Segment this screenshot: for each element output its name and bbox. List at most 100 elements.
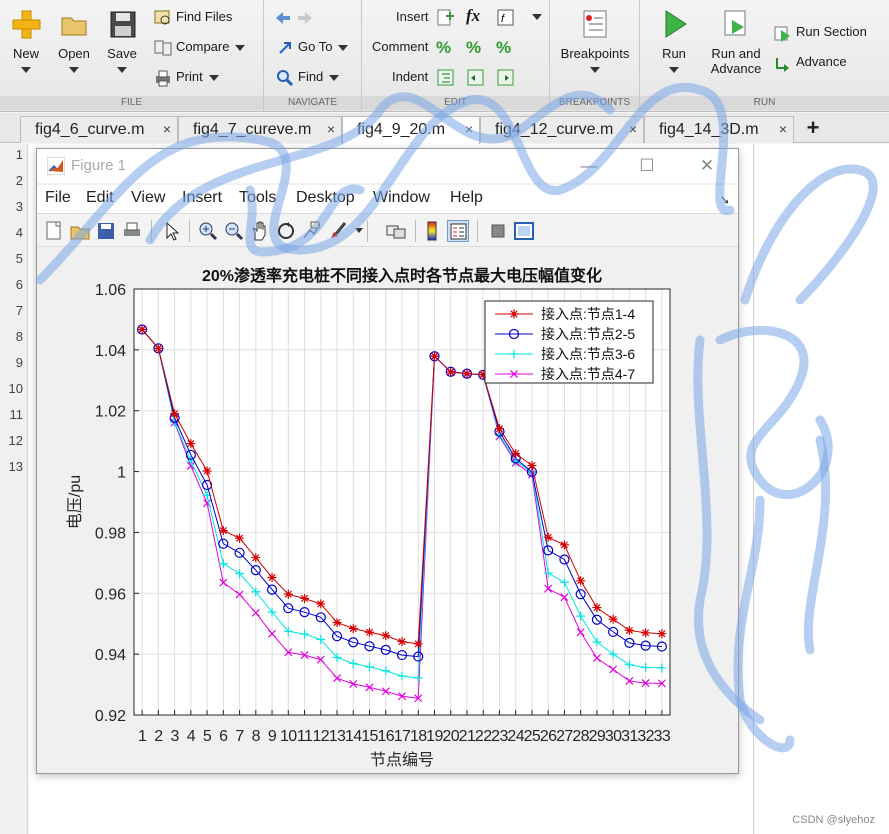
save-button[interactable]: Save	[100, 8, 144, 76]
menu-help[interactable]: Help	[450, 189, 483, 207]
go-to-button[interactable]: Go To	[276, 36, 349, 58]
legend-entry: 接入点:节点1-4	[541, 306, 635, 322]
close-icon[interactable]: ✕	[695, 155, 719, 177]
menu-insert[interactable]: Insert	[182, 189, 222, 207]
menu-edit[interactable]: Edit	[86, 189, 114, 207]
advance-button[interactable]: Advance	[774, 51, 847, 73]
insert-function-icon[interactable]: f	[496, 8, 516, 31]
link-plot-icon[interactable]	[385, 220, 407, 242]
data-point	[462, 369, 472, 379]
y-tick-label: 0.94	[95, 647, 126, 664]
find-files-button[interactable]: Find Files	[154, 6, 232, 28]
line-number: 7	[15, 303, 23, 318]
tab-fig4-14-3d[interactable]: fig4_14_3D.m ×	[644, 116, 794, 143]
indent-label: Indent	[392, 69, 429, 84]
print-button[interactable]: Print	[154, 66, 219, 88]
colorbar-icon[interactable]	[421, 220, 443, 242]
zoom-in-icon[interactable]	[197, 220, 219, 242]
x-tick-label: 24	[507, 728, 524, 745]
brush-icon[interactable]	[327, 220, 349, 242]
y-tick-label: 1.02	[95, 404, 126, 421]
indent-button[interactable]: Indent	[392, 66, 428, 88]
figure-title-bar[interactable]: Figure 1 — ☐ ✕	[37, 149, 738, 183]
breakpoints-button[interactable]: Breakpoints	[550, 8, 640, 76]
toolbar-separator	[189, 220, 190, 242]
line-number: 10	[8, 381, 23, 396]
maximize-icon[interactable]: ☐	[635, 155, 659, 177]
x-axis-label: 节点编号	[370, 751, 434, 769]
tab-fig4-6-curve[interactable]: fig4_6_curve.m ×	[20, 116, 178, 143]
matlab-logo-icon	[46, 156, 66, 176]
close-icon[interactable]: ×	[629, 117, 637, 142]
comment-button[interactable]: Comment	[372, 36, 428, 58]
x-tick-label: 10	[280, 728, 297, 745]
tab-fig4-12-curve[interactable]: fig4_12_curve.m ×	[480, 116, 644, 143]
x-tick-label: 20	[442, 728, 459, 745]
new-button[interactable]: New	[4, 8, 48, 76]
open-label: Open	[58, 46, 90, 61]
play-icon	[658, 8, 690, 40]
wrap-comment-icon[interactable]: %	[496, 38, 511, 58]
forward-arrow-icon[interactable]	[296, 9, 314, 27]
brush-dropdown-icon[interactable]	[355, 228, 363, 233]
back-arrow-icon[interactable]	[274, 9, 292, 27]
run-button[interactable]: Run	[652, 8, 696, 76]
find-button[interactable]: Find	[276, 66, 340, 88]
save-figure-icon[interactable]	[95, 220, 117, 242]
y-tick-label: 1	[117, 465, 126, 482]
smart-indent-icon[interactable]	[436, 68, 456, 91]
figure-plot-area: 0.92 0.94 0.96 0.98 1 1.02 1.04 1.06 1 2 3 4 5 6 7 8 9 10…	[37, 248, 738, 773]
open-file-icon[interactable]	[69, 220, 91, 242]
x-tick-label: 25	[524, 728, 541, 745]
compare-label: Compare	[176, 39, 230, 54]
minimize-icon[interactable]: —	[577, 155, 601, 177]
tab-fig4-9-20[interactable]: fig4_9_20.m ×	[342, 116, 480, 144]
insert-section-icon[interactable]	[436, 8, 456, 31]
y-tick-label: 1.06	[95, 282, 126, 299]
menu-tools[interactable]: Tools	[239, 189, 276, 207]
close-icon[interactable]: ×	[779, 117, 787, 142]
legend-icon[interactable]	[447, 220, 469, 242]
open-button[interactable]: Open	[52, 8, 96, 76]
insert-dropdown-icon[interactable]	[532, 14, 542, 20]
pan-hand-icon[interactable]	[249, 220, 271, 242]
tab-fig4-7-cureve[interactable]: fig4_7_cureve.m ×	[178, 116, 342, 143]
pointer-arrow-icon[interactable]	[161, 220, 183, 242]
rotate-3d-icon[interactable]	[275, 220, 297, 242]
line-number: 11	[9, 407, 24, 422]
hide-plot-tools-icon[interactable]	[487, 220, 509, 242]
fx-function-button[interactable]: fx	[466, 6, 480, 26]
dock-arrow-icon[interactable]: ➘	[720, 193, 730, 207]
compare-button[interactable]: Compare	[154, 36, 246, 58]
new-figure-icon[interactable]	[43, 220, 65, 242]
data-cursor-icon[interactable]	[301, 220, 323, 242]
go-to-label: Go To	[298, 39, 333, 54]
close-icon[interactable]: ×	[163, 117, 171, 142]
print-figure-icon[interactable]	[121, 220, 143, 242]
zoom-out-icon[interactable]	[223, 220, 245, 242]
data-point	[446, 367, 456, 377]
increase-indent-icon[interactable]	[466, 68, 486, 91]
menu-desktop[interactable]: Desktop	[296, 189, 355, 207]
run-and-advance-label-2: Advance	[710, 61, 762, 76]
run-section-button[interactable]: Run Section	[774, 21, 867, 43]
close-icon[interactable]: ×	[327, 117, 335, 142]
show-plot-tools-icon[interactable]	[513, 220, 535, 242]
run-and-advance-button[interactable]: Run and Advance	[706, 8, 766, 76]
add-tab-button[interactable]: +	[800, 116, 826, 142]
run-and-advance-icon	[720, 8, 752, 40]
ribbon-section-breakpoints: Breakpoints BREAKPOINTS	[550, 0, 640, 112]
decrease-indent-icon[interactable]	[496, 68, 516, 91]
menu-view[interactable]: View	[131, 189, 165, 207]
menu-file[interactable]: File	[45, 189, 71, 207]
ribbon-section-label-navigate: NAVIGATE	[264, 96, 361, 110]
x-tick-label: 11	[297, 728, 313, 745]
uncomment-percent-icon[interactable]: %	[466, 38, 481, 58]
back-forward-buttons[interactable]	[274, 6, 318, 28]
insert-button[interactable]: Insert	[396, 6, 429, 28]
close-icon[interactable]: ×	[465, 117, 473, 142]
x-tick-label: 16	[377, 728, 394, 745]
editor-right-margin-line	[753, 144, 754, 834]
menu-window[interactable]: Window	[373, 189, 430, 207]
comment-percent-icon[interactable]: %	[436, 38, 451, 58]
